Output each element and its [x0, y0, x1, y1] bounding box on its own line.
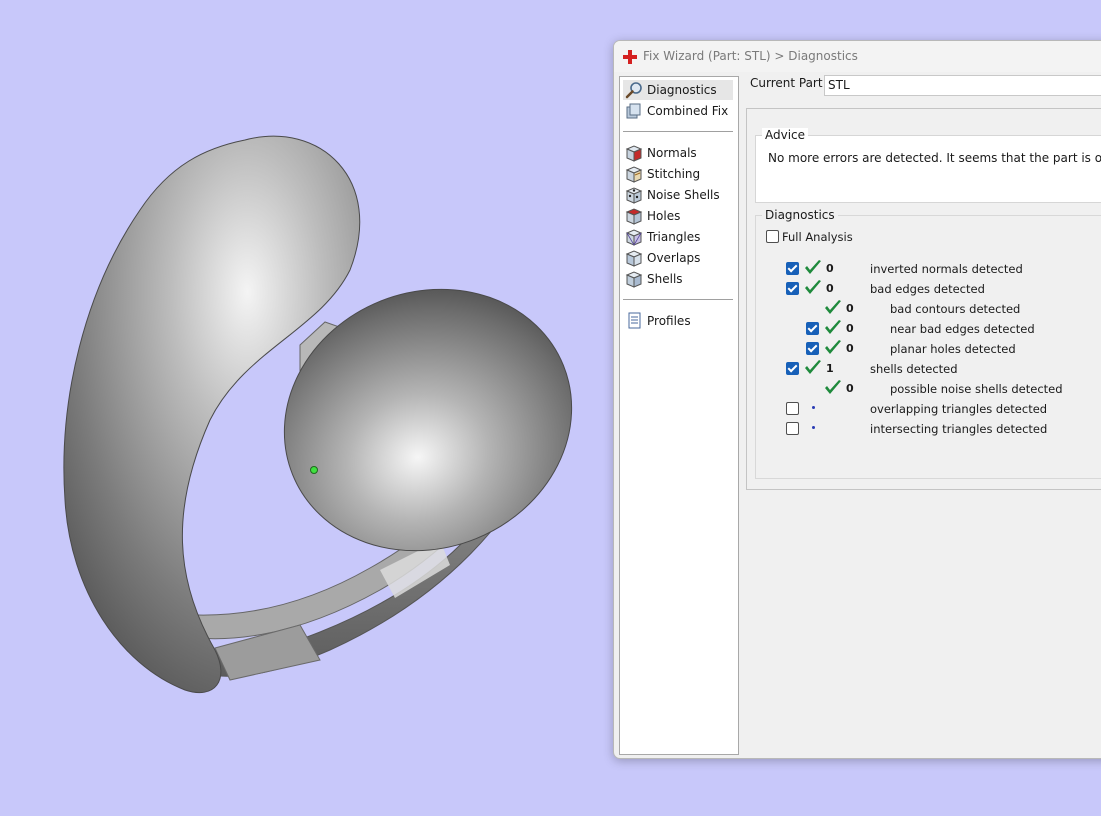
- nav-separator: [623, 131, 733, 132]
- current-part-field[interactable]: STL: [824, 75, 1101, 96]
- cube-shells-icon: [625, 271, 643, 288]
- cube-stack-icon: [626, 103, 641, 119]
- magnifier-icon: [625, 82, 642, 99]
- diagnostic-checkbox[interactable]: [786, 362, 799, 375]
- diagnostic-count: 0: [846, 322, 854, 335]
- diagnostic-label: bad contours detected: [890, 302, 1021, 316]
- green-check-icon: [825, 320, 841, 334]
- document-icon: [628, 312, 641, 329]
- green-check-icon: [825, 380, 841, 394]
- nav-item-profiles[interactable]: Profiles: [623, 311, 733, 331]
- pending-dot-icon: [812, 426, 815, 429]
- diagnostic-label: inverted normals detected: [870, 262, 1023, 276]
- pending-dot-icon: [812, 406, 815, 409]
- cube-noise-icon: [625, 187, 643, 204]
- nav-item-label: Holes: [647, 209, 681, 223]
- title-bar[interactable]: Fix Wizard (Part: STL) > Diagnostics: [614, 41, 1101, 72]
- diagnostic-checkbox[interactable]: [806, 342, 819, 355]
- nav-item-label: Overlaps: [647, 251, 701, 265]
- nav-separator: [623, 299, 733, 300]
- nav-item-label: Shells: [647, 272, 683, 286]
- diagnostic-label: shells detected: [870, 362, 958, 376]
- red-cross-icon: [623, 50, 637, 64]
- diagnostic-count: 0: [846, 342, 854, 355]
- fix-wizard-dialog: Fix Wizard (Part: STL) > Diagnostics Dia…: [613, 40, 1101, 759]
- green-check-icon: [825, 300, 841, 314]
- diagnostic-label: intersecting triangles detected: [870, 422, 1048, 436]
- diagnostic-checkbox[interactable]: [786, 402, 799, 415]
- diagnostic-count: 0: [826, 282, 834, 295]
- nav-item-overlaps[interactable]: Overlaps: [623, 248, 733, 268]
- cube-holes-icon: [625, 208, 643, 225]
- nav-item-stitching[interactable]: Stitching: [623, 164, 733, 184]
- selection-point: [310, 466, 318, 474]
- wizard-nav-list: Diagnostics Combined Fix Normals Stitchi…: [619, 76, 739, 755]
- nav-item-label: Profiles: [647, 314, 691, 328]
- diagnostic-label: planar holes detected: [890, 342, 1016, 356]
- diagnostic-label: bad edges detected: [870, 282, 985, 296]
- diagnostics-group: Diagnostics Full Analysis 0 inverted norm…: [755, 208, 1101, 479]
- diagnostic-checkbox[interactable]: [786, 422, 799, 435]
- nav-item-combined-fix[interactable]: Combined Fix: [623, 101, 733, 121]
- diagnostic-label: possible noise shells detected: [890, 382, 1063, 396]
- green-check-icon: [825, 340, 841, 354]
- diagnostics-title: Diagnostics: [762, 208, 838, 222]
- nav-item-label: Combined Fix: [647, 104, 729, 118]
- diagnostic-checkbox[interactable]: [786, 282, 799, 295]
- advice-text: No more errors are detected. It seems th…: [768, 151, 1101, 165]
- diagnostic-count: 0: [846, 382, 854, 395]
- diagnostic-label: near bad edges detected: [890, 322, 1035, 336]
- cube-stitching-icon: [625, 166, 643, 183]
- cube-normals-icon: [625, 145, 643, 162]
- cube-overlaps-icon: [625, 250, 643, 267]
- nav-item-triangles[interactable]: Triangles: [623, 227, 733, 247]
- diagnostics-panel: Advice No more errors are detected. It s…: [746, 108, 1101, 490]
- nav-item-holes[interactable]: Holes: [623, 206, 733, 226]
- full-analysis-label: Full Analysis: [782, 230, 853, 244]
- nav-item-shells[interactable]: Shells: [623, 269, 733, 289]
- diagnostic-count: 0: [846, 302, 854, 315]
- green-check-icon: [805, 360, 821, 374]
- diagnostic-count: 0: [826, 262, 834, 275]
- advice-group: Advice No more errors are detected. It s…: [755, 128, 1101, 203]
- nav-item-label: Noise Shells: [647, 188, 720, 202]
- nav-item-label: Normals: [647, 146, 697, 160]
- full-analysis-checkbox[interactable]: [766, 230, 779, 243]
- nav-item-label: Triangles: [647, 230, 701, 244]
- nav-item-label: Diagnostics: [647, 83, 717, 97]
- diagnostic-count: 1: [826, 362, 834, 375]
- green-check-icon: [805, 280, 821, 294]
- diagnostics-page: Current Part: STL Advice No more errors …: [740, 75, 1101, 758]
- cube-triangles-icon: [625, 229, 643, 246]
- diagnostic-label: overlapping triangles detected: [870, 402, 1048, 416]
- advice-title: Advice: [762, 128, 809, 142]
- nav-item-normals[interactable]: Normals: [623, 143, 733, 163]
- nav-item-noise-shells[interactable]: Noise Shells: [623, 185, 733, 205]
- nav-item-label: Stitching: [647, 167, 701, 181]
- green-check-icon: [805, 260, 821, 274]
- window-title: Fix Wizard (Part: STL) > Diagnostics: [643, 49, 858, 63]
- current-part-label: Current Part:: [750, 76, 827, 90]
- diagnostic-checkbox[interactable]: [806, 322, 819, 335]
- nav-item-diagnostics[interactable]: Diagnostics: [623, 80, 733, 100]
- diagnostic-checkbox[interactable]: [786, 262, 799, 275]
